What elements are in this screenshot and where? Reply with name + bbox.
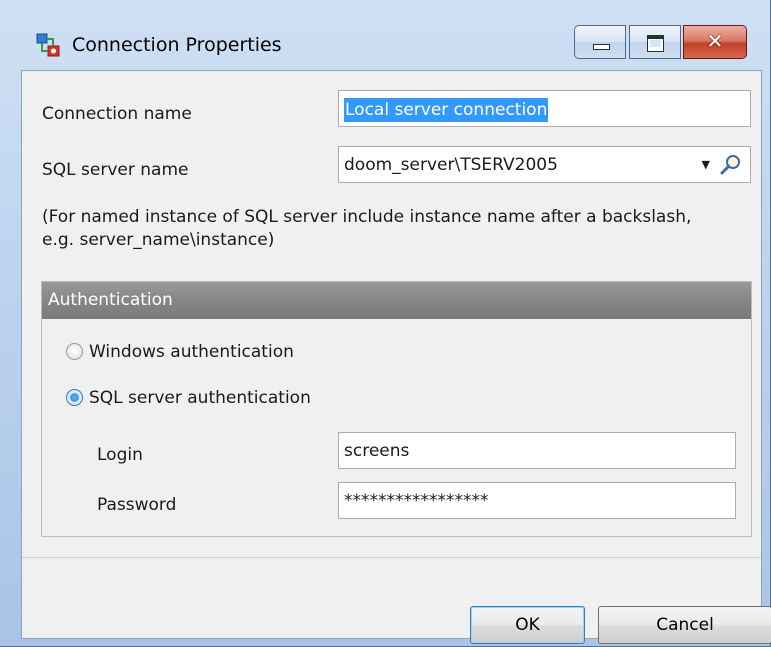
server-name-hint: (For named instance of SQL server includ…: [42, 207, 692, 250]
search-icon[interactable]: [720, 153, 742, 175]
login-label: Login: [97, 445, 143, 465]
ok-button[interactable]: OK: [470, 606, 585, 644]
password-input[interactable]: *****************: [338, 482, 736, 519]
dropdown-arrow-icon[interactable]: ▼: [702, 155, 710, 175]
password-value: *****************: [344, 491, 489, 511]
window-title: Connection Properties: [72, 34, 282, 56]
maximize-icon: [647, 35, 664, 52]
connection-name-label: Connection name: [42, 104, 192, 124]
connection-name-input[interactable]: Local server connection: [338, 90, 751, 127]
windows-auth-radio[interactable]: [66, 343, 83, 360]
sql-auth-radio[interactable]: [66, 389, 83, 406]
cancel-button[interactable]: Cancel: [598, 606, 771, 644]
password-label: Password: [97, 495, 177, 515]
close-button[interactable]: ✕: [683, 25, 747, 59]
close-icon: ✕: [706, 29, 724, 53]
button-area-divider: [22, 557, 761, 558]
minimize-icon: [593, 44, 610, 50]
windows-auth-label: Windows authentication: [89, 342, 294, 362]
login-input[interactable]: screens: [338, 432, 736, 469]
login-value: screens: [344, 441, 410, 461]
sql-auth-label: SQL server authentication: [89, 388, 311, 408]
connection-name-value: Local server connection: [344, 98, 549, 122]
server-name-label: SQL server name: [42, 160, 189, 180]
server-name-value: doom_server\TSERV2005: [344, 155, 558, 175]
authentication-header: Authentication: [42, 282, 751, 319]
server-name-combobox[interactable]: doom_server\TSERV2005 ▼: [338, 146, 751, 183]
dialog-body: Connection name Local server connection …: [21, 70, 771, 644]
connection-icon: [36, 33, 60, 57]
dialog-window: Connection Properties ✕ Connection name …: [0, 0, 771, 647]
authentication-group: Authentication Windows authentication SQ…: [41, 281, 752, 537]
maximize-button[interactable]: [629, 25, 681, 59]
minimize-button[interactable]: [574, 25, 626, 59]
